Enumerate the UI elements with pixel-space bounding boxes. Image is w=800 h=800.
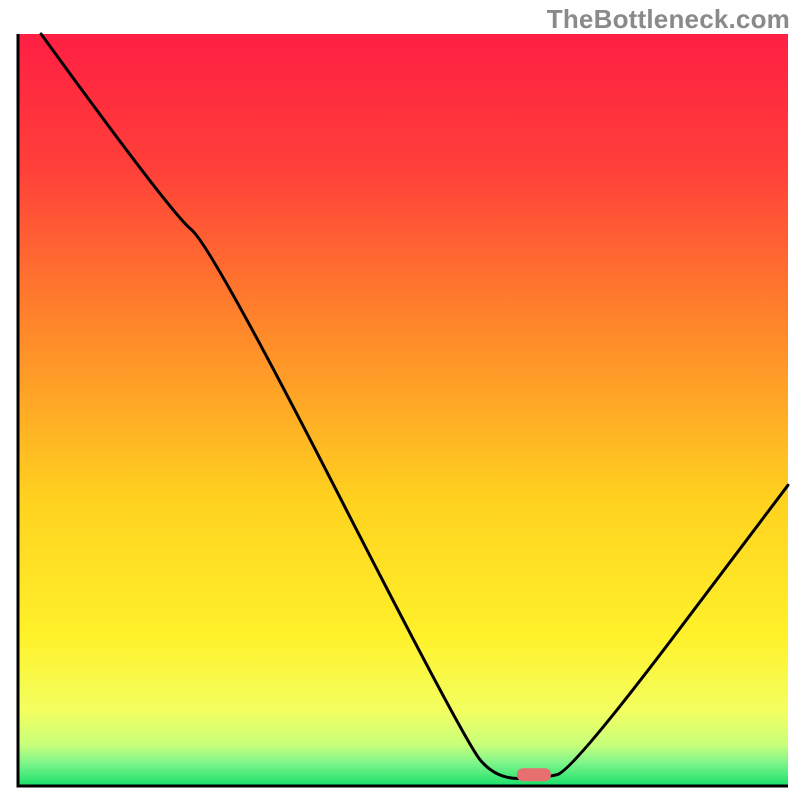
chart-frame: TheBottleneck.com: [0, 0, 800, 800]
highlight-marker: [517, 768, 551, 781]
bottleneck-chart: [0, 0, 800, 800]
plot-background: [18, 34, 788, 786]
watermark-text: TheBottleneck.com: [547, 4, 790, 35]
